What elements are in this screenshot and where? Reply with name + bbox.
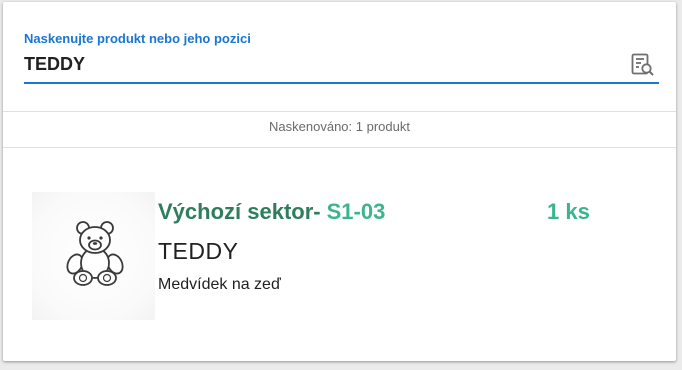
teddy-bear-image (66, 221, 124, 286)
default-sector-label: Výchozí sektor- (158, 199, 321, 224)
product-name: TEDDY (158, 238, 239, 264)
product-image (32, 192, 155, 320)
product-description: Medvídek na zeď (158, 276, 281, 293)
scan-field[interactable]: Naskenujte produkt nebo jeho pozici (24, 28, 659, 84)
default-sector-code: S1-03 (326, 199, 386, 224)
scan-field-label: Naskenujte produkt nebo jeho pozici (24, 31, 251, 46)
scan-input[interactable] (24, 52, 614, 76)
default-sector: Výchozí sektor- S1-03 (158, 199, 385, 225)
document-search-icon[interactable] (630, 52, 656, 78)
scan-field-underline (24, 82, 659, 84)
scan-card: Naskenujte produkt nebo jeho pozici Nask… (3, 2, 676, 361)
product-quantity: 1 ks (547, 199, 590, 224)
divider-top (3, 111, 676, 112)
scan-status-text: Naskenováno: 1 produkt (269, 119, 410, 134)
product-list-item[interactable]: Výchozí sektor- S1-03 1 ks TEDDY Medvídek… (3, 148, 676, 328)
